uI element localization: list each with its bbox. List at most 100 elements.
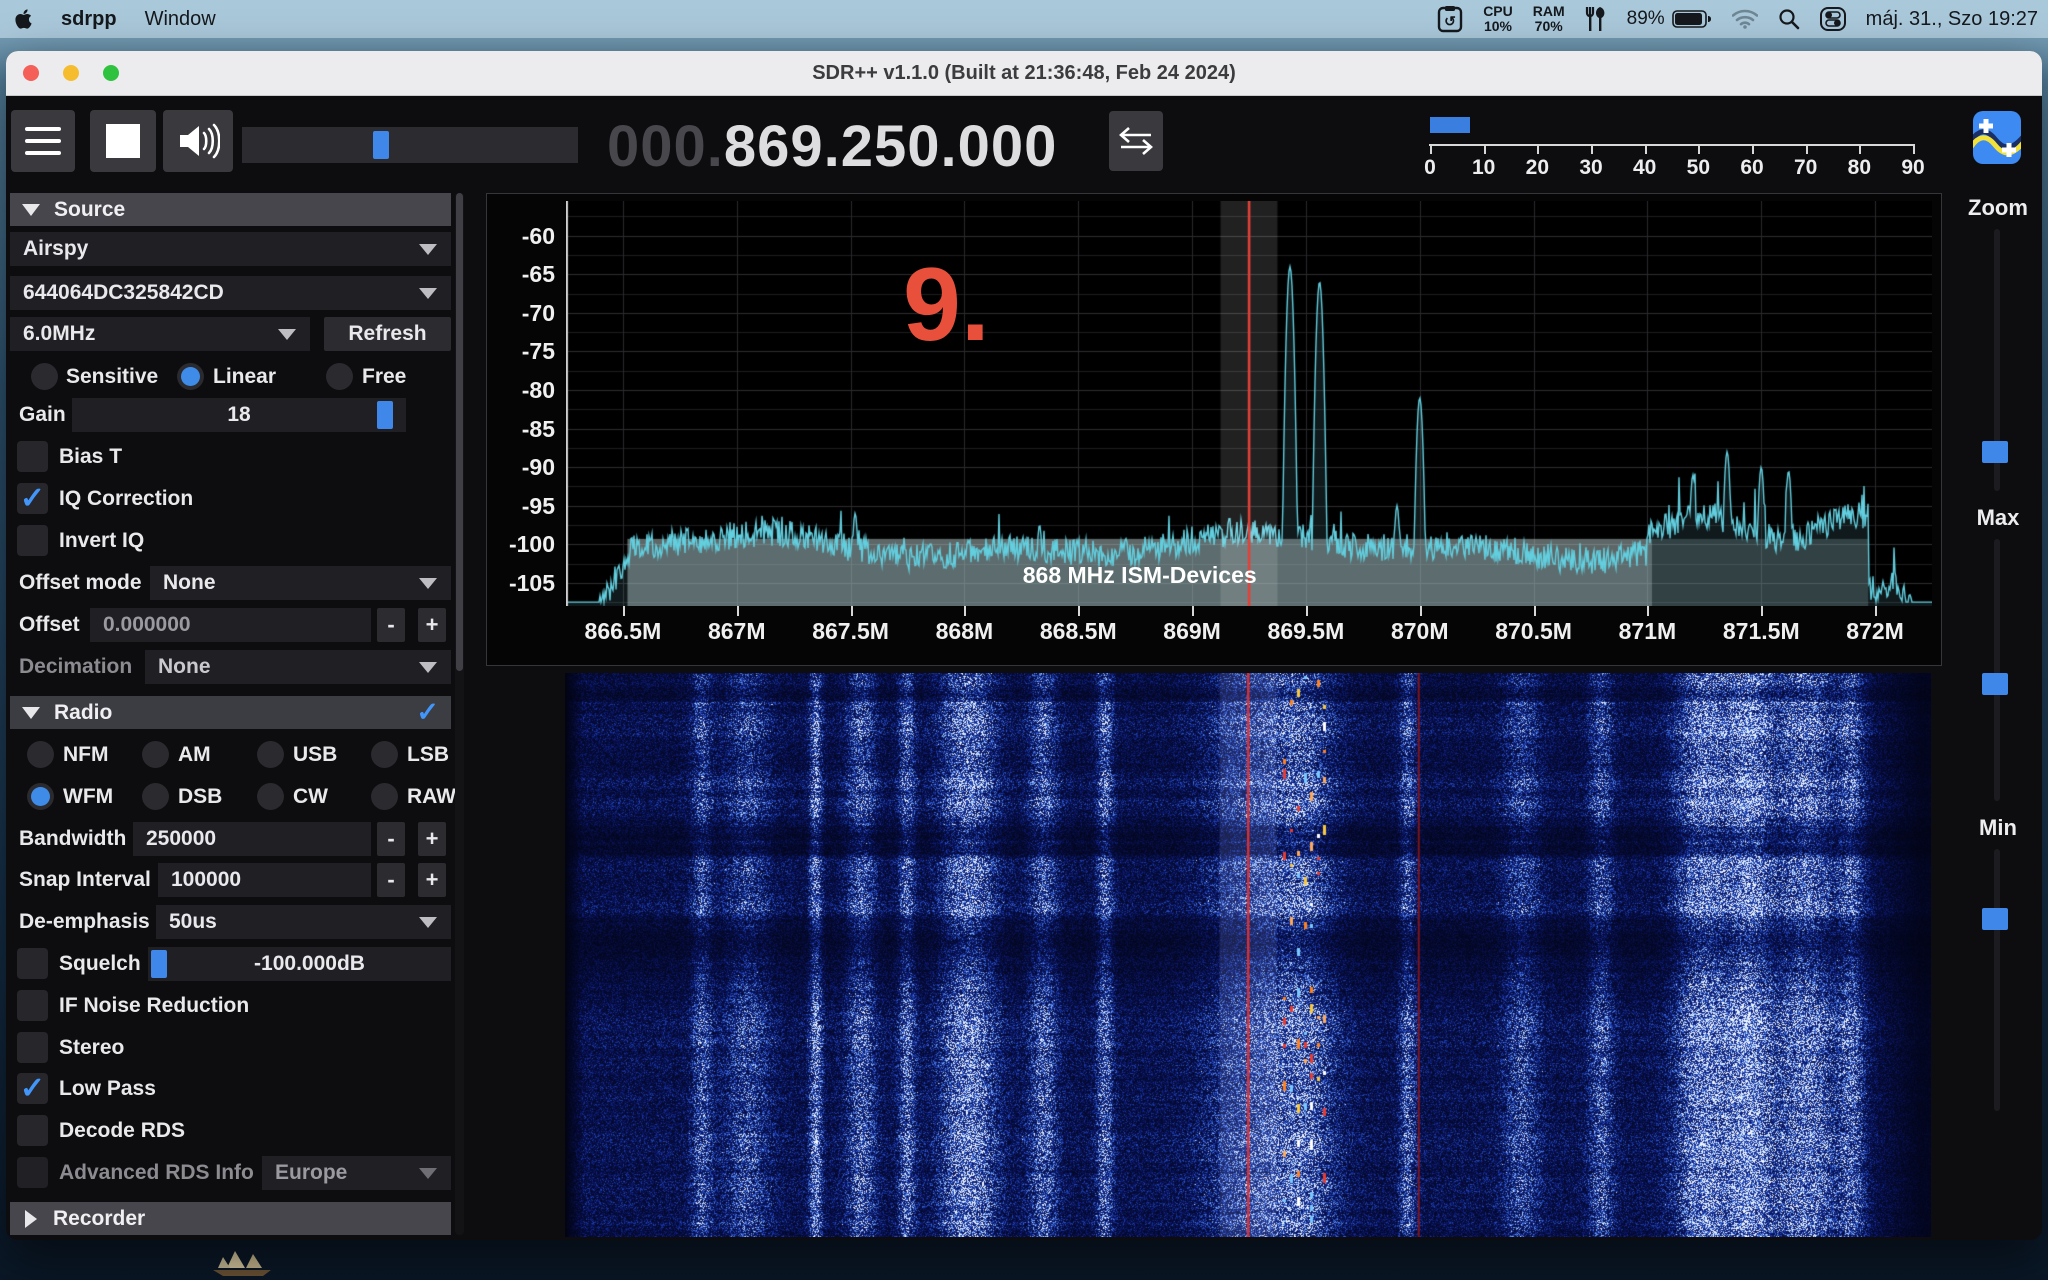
advanced-rds-checkbox[interactable] <box>17 1157 48 1188</box>
speaker-icon <box>176 121 220 161</box>
apple-menu[interactable] <box>14 8 33 30</box>
squelch-slider[interactable]: -100.000dB <box>148 947 451 981</box>
mode-usb[interactable] <box>257 741 284 768</box>
decode-rds-checkbox[interactable] <box>17 1115 48 1146</box>
frequency-display[interactable]: 000.869.250.000 <box>607 113 1057 180</box>
snr-tick-label: 0 <box>1410 156 1450 180</box>
samplerate-select[interactable]: 6.0MHz <box>10 317 310 351</box>
cpu-value: 10% <box>1484 19 1512 34</box>
waterfall-display[interactable] <box>565 673 1931 1237</box>
battery-status[interactable]: 89% <box>1627 8 1712 30</box>
offset-minus-button[interactable]: - <box>377 608 405 642</box>
mode-wfm[interactable] <box>27 783 54 810</box>
snr-tick <box>1430 144 1432 154</box>
fft-x-tick-label: 869M <box>1163 618 1221 645</box>
mode-cw[interactable] <box>257 783 284 810</box>
stop-button[interactable] <box>90 110 156 172</box>
advanced-rds-label: Advanced RDS Info <box>59 1156 254 1190</box>
gain-slider[interactable]: 18 <box>72 398 406 432</box>
radio-sensitive[interactable] <box>31 363 58 390</box>
fft-x-tick <box>1761 606 1763 616</box>
snap-interval-input[interactable]: 100000 <box>158 863 371 897</box>
max-slider-handle[interactable] <box>1982 673 2008 695</box>
ram-status[interactable]: RAM 70% <box>1533 4 1565 34</box>
deemphasis-select[interactable]: 50us <box>156 905 451 939</box>
utilities-icon[interactable] <box>1585 6 1607 32</box>
squelch-checkbox[interactable] <box>17 948 48 979</box>
chevron-down-icon <box>419 288 437 299</box>
zoom-slider-handle[interactable] <box>1982 441 2008 463</box>
radio-enabled-check-icon[interactable]: ✓ <box>416 697 439 728</box>
refresh-button[interactable]: Refresh <box>324 317 451 351</box>
bandwidth-minus-button[interactable]: - <box>377 822 405 856</box>
volume-slider-handle[interactable] <box>373 131 389 159</box>
if-noise-reduction-checkbox[interactable] <box>17 990 48 1021</box>
snr-tick <box>1752 144 1754 154</box>
wifi-icon[interactable] <box>1732 9 1758 29</box>
menu-bar: sdrpp Window ↺ CPU 10% RAM 70% 89% <box>0 0 2048 38</box>
menu-toggle-button[interactable] <box>11 110 75 172</box>
fft-x-tick <box>1534 606 1536 616</box>
decimation-select[interactable]: None <box>145 650 451 684</box>
invert-iq-label: Invert IQ <box>59 524 144 558</box>
stereo-checkbox[interactable] <box>17 1032 48 1063</box>
mode-nfm[interactable] <box>27 741 54 768</box>
fft-spectrum-panel[interactable]: -60-65-70-75-80-85-90-95-100-105 866.5M8… <box>486 193 1942 666</box>
fft-x-tick <box>1420 606 1422 616</box>
spotlight-search-icon[interactable] <box>1778 8 1800 30</box>
fft-x-tick-label: 872M <box>1846 618 1904 645</box>
chevron-down-icon <box>419 1168 437 1179</box>
rds-region-value: Europe <box>275 1161 347 1185</box>
sidebar-scrollbar[interactable] <box>455 193 464 1235</box>
bandwidth-input[interactable]: 250000 <box>133 822 371 856</box>
offset-input[interactable]: 0.000000 <box>90 608 371 642</box>
offset-plus-button[interactable]: + <box>418 608 446 642</box>
backup-status-icon[interactable]: ↺ <box>1437 5 1463 33</box>
source-select[interactable]: Airspy <box>10 232 451 266</box>
snr-tick <box>1645 144 1647 154</box>
volume-button[interactable] <box>163 110 233 172</box>
tuning-mode-button[interactable] <box>1109 111 1163 171</box>
min-slider-track[interactable] <box>1994 849 2000 1111</box>
window-titlebar[interactable]: SDR++ v1.1.0 (Built at 21:36:48, Feb 24 … <box>6 51 2042 96</box>
max-slider-track[interactable] <box>1994 539 2000 801</box>
cpu-status[interactable]: CPU 10% <box>1483 4 1513 34</box>
menu-app-name[interactable]: sdrpp <box>61 8 117 31</box>
mode-dsb[interactable] <box>142 783 169 810</box>
low-pass-checkbox[interactable]: ✓ <box>17 1073 48 1104</box>
radio-linear[interactable] <box>177 363 204 390</box>
volume-slider[interactable] <box>242 127 578 163</box>
radio-panel-header[interactable]: Radio ✓ <box>10 696 451 729</box>
radio-free[interactable] <box>326 363 353 390</box>
snap-plus-button[interactable]: + <box>418 863 446 897</box>
snr-tick-label: 20 <box>1517 156 1557 180</box>
mode-raw[interactable] <box>371 783 398 810</box>
mode-lsb[interactable] <box>371 741 398 768</box>
control-center-icon[interactable] <box>1820 7 1846 31</box>
gain-slider-handle[interactable] <box>377 401 393 429</box>
mode-lsb-label: LSB <box>407 738 449 772</box>
radio-sensitive-label: Sensitive <box>66 360 158 394</box>
snr-tick <box>1537 144 1539 154</box>
menu-window[interactable]: Window <box>145 8 216 31</box>
clock[interactable]: máj. 31., Szo 19:27 <box>1866 8 2038 31</box>
radio-free-label: Free <box>362 360 406 394</box>
stereo-label: Stereo <box>59 1031 124 1065</box>
recorder-panel-header[interactable]: Recorder <box>10 1202 451 1235</box>
sdrpp-window: SDR++ v1.1.0 (Built at 21:36:48, Feb 24 … <box>6 51 2042 1240</box>
invert-iq-checkbox[interactable] <box>17 525 48 556</box>
mode-am[interactable] <box>142 741 169 768</box>
iq-correction-checkbox[interactable]: ✓ <box>17 483 48 514</box>
sidebar-scrollbar-thumb[interactable] <box>456 193 463 671</box>
source-panel-header[interactable]: Source <box>10 193 451 226</box>
fft-y-tick-label: -85 <box>487 416 555 443</box>
fft-y-tick-label: -75 <box>487 338 555 365</box>
bias-t-checkbox[interactable] <box>17 441 48 472</box>
decimation-value: None <box>158 655 211 679</box>
min-slider-handle[interactable] <box>1982 908 2008 930</box>
bandwidth-plus-button[interactable]: + <box>418 822 446 856</box>
snap-minus-button[interactable]: - <box>377 863 405 897</box>
rds-region-select[interactable]: Europe <box>262 1156 451 1190</box>
device-serial-select[interactable]: 644064DC325842CD <box>10 276 451 310</box>
offset-mode-select[interactable]: None <box>150 566 451 600</box>
